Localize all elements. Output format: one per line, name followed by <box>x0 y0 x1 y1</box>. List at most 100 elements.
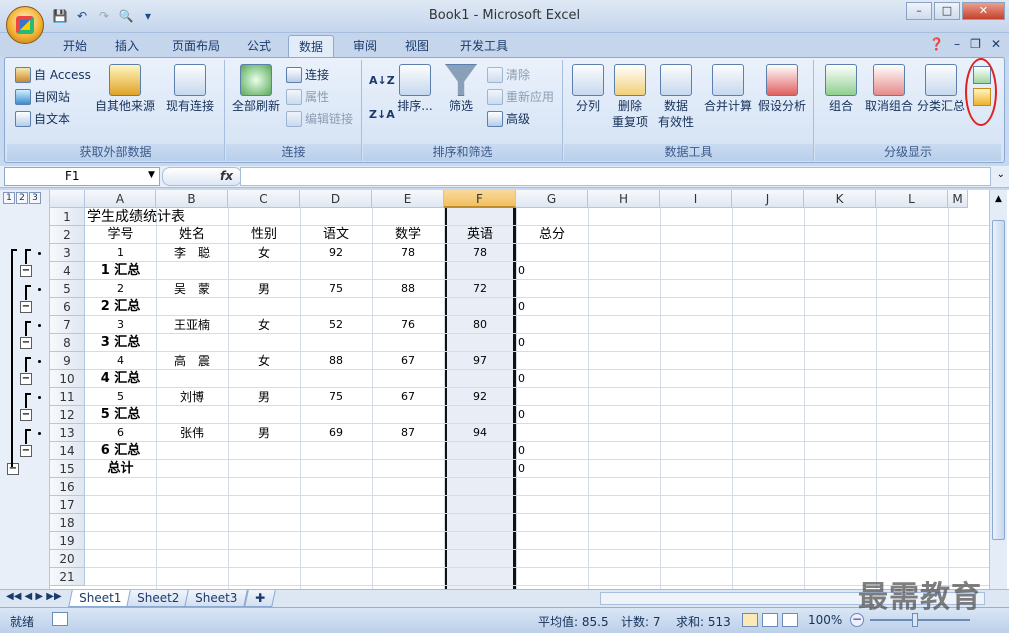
cell-B2[interactable]: 姓名 <box>156 226 228 244</box>
row-header-3[interactable]: 3 <box>50 244 85 262</box>
page-layout-view-icon[interactable] <box>762 613 778 627</box>
cell-B9[interactable]: 高 震 <box>156 352 228 370</box>
cell-C2[interactable]: 性别 <box>228 226 300 244</box>
edit-links-button[interactable]: 编辑链接 <box>286 110 353 127</box>
column-header-J[interactable]: J <box>732 190 804 208</box>
row-header-13[interactable]: 13 <box>50 424 85 442</box>
insert-sheet-button[interactable]: ✚ <box>244 590 276 607</box>
worksheet-grid[interactable]: − − − − − − − 1 2 3 A B C D E F G H I J K L M 1 学生成绩统计表 2 学号 姓名 性别语… <box>0 190 1009 590</box>
minimize-button[interactable]: – <box>906 2 932 20</box>
cell-A11[interactable]: 5 <box>85 388 156 406</box>
outline-level-1-button[interactable]: 1 <box>3 192 15 204</box>
zoom-level[interactable]: 100% <box>808 613 842 627</box>
collapse-group-button[interactable]: − <box>20 373 32 385</box>
page-break-view-icon[interactable] <box>782 613 798 627</box>
from-access-button[interactable]: 自 Access <box>15 66 91 83</box>
formula-input[interactable] <box>240 167 991 186</box>
from-text-button[interactable]: 自文本 <box>15 110 70 127</box>
column-header-A[interactable]: A <box>85 190 156 208</box>
cell-C5[interactable]: 男 <box>228 280 300 298</box>
column-header-H[interactable]: H <box>588 190 660 208</box>
cell-A1[interactable]: 学生成绩统计表 <box>85 208 185 226</box>
ungroup-button[interactable]: 取消组合 <box>863 64 915 114</box>
cell-A8[interactable]: 3 汇总 <box>85 334 156 352</box>
cell-E5[interactable]: 88 <box>372 280 444 298</box>
column-header-I[interactable]: I <box>660 190 732 208</box>
sort-asc-button[interactable]: A↓Z <box>369 74 395 87</box>
row-header-10[interactable]: 10 <box>50 370 85 388</box>
cell-G8[interactable]: 0 <box>516 334 588 352</box>
ribbon-close-icon[interactable]: ✕ <box>991 37 1001 51</box>
row-header-9[interactable]: 9 <box>50 352 85 370</box>
scroll-thumb[interactable] <box>992 220 1005 540</box>
cell-E9[interactable]: 67 <box>372 352 444 370</box>
subtotal-button[interactable]: 分类汇总 <box>917 64 965 114</box>
existing-connections-button[interactable]: 现有连接 <box>163 64 217 114</box>
cell-A7[interactable]: 3 <box>85 316 156 334</box>
cell-G14[interactable]: 0 <box>516 442 588 460</box>
tab-5[interactable]: 审阅 <box>342 35 388 57</box>
cell-G6[interactable]: 0 <box>516 298 588 316</box>
cell-F11[interactable]: 92 <box>444 388 516 406</box>
row-header-4[interactable]: 4 <box>50 262 85 280</box>
row-header-5[interactable]: 5 <box>50 280 85 298</box>
from-web-button[interactable]: 自网站 <box>15 88 70 105</box>
insert-function-icon[interactable]: fx <box>220 169 233 183</box>
cell-C7[interactable]: 女 <box>228 316 300 334</box>
tab-4[interactable]: 数据 <box>288 35 334 57</box>
cell-F3[interactable]: 78 <box>444 244 516 262</box>
scroll-up-icon[interactable]: ▲ <box>992 194 1005 208</box>
cell-F9[interactable]: 97 <box>444 352 516 370</box>
column-header-G[interactable]: G <box>516 190 588 208</box>
column-header-B[interactable]: B <box>156 190 228 208</box>
row-header-14[interactable]: 14 <box>50 442 85 460</box>
cell-G15[interactable]: 0 <box>516 460 588 478</box>
tab-6[interactable]: 视图 <box>396 35 438 57</box>
row-header-20[interactable]: 20 <box>50 550 85 568</box>
column-header-C[interactable]: C <box>228 190 300 208</box>
cell-G10[interactable]: 0 <box>516 370 588 388</box>
connections-button[interactable]: 连接 <box>286 66 329 83</box>
cell-D3[interactable]: 92 <box>300 244 372 262</box>
cell-G2[interactable]: 总分 <box>516 226 588 244</box>
cell-D9[interactable]: 88 <box>300 352 372 370</box>
what-if-button[interactable]: 假设分析 <box>756 64 808 114</box>
cell-F2[interactable]: 英语 <box>444 226 516 244</box>
normal-view-icon[interactable] <box>742 613 758 627</box>
sort-button[interactable]: 排序... <box>393 64 437 114</box>
cell-A9[interactable]: 4 <box>85 352 156 370</box>
row-header-17[interactable]: 17 <box>50 496 85 514</box>
row-header-15[interactable]: 15 <box>50 460 85 478</box>
outline-level-2-button[interactable]: 2 <box>16 192 28 204</box>
tab-7[interactable]: 开发工具 <box>448 35 520 57</box>
cell-C9[interactable]: 女 <box>228 352 300 370</box>
consolidate-button[interactable]: 合并计算 <box>702 64 754 114</box>
cell-B11[interactable]: 刘博 <box>156 388 228 406</box>
name-box[interactable]: F1 <box>4 167 160 186</box>
cell-C3[interactable]: 女 <box>228 244 300 262</box>
tab-2[interactable]: 页面布局 <box>160 35 232 57</box>
sheet-tab-2[interactable]: Sheet2 <box>126 590 191 607</box>
row-header-6[interactable]: 6 <box>50 298 85 316</box>
row-header-16[interactable]: 16 <box>50 478 85 496</box>
outline-level-3-button[interactable]: 3 <box>29 192 41 204</box>
cell-F7[interactable]: 80 <box>444 316 516 334</box>
name-box-dropdown-icon[interactable]: ▼ <box>148 170 155 180</box>
column-header-E[interactable]: E <box>372 190 444 208</box>
macro-record-icon[interactable] <box>52 612 68 626</box>
cell-A6[interactable]: 2 汇总 <box>85 298 156 316</box>
column-header-K[interactable]: K <box>804 190 876 208</box>
cell-A4[interactable]: 1 汇总 <box>85 262 156 280</box>
help-icon[interactable]: ❓ <box>929 37 944 51</box>
row-header-12[interactable]: 12 <box>50 406 85 424</box>
cell-F13[interactable]: 94 <box>444 424 516 442</box>
cell-G4[interactable]: 0 <box>516 262 588 280</box>
cell-A15[interactable]: 总计 <box>85 460 156 478</box>
text-to-columns-button[interactable]: 分列 <box>568 64 608 114</box>
data-validation-button[interactable]: 数据 有效性 <box>652 64 700 130</box>
cell-A14[interactable]: 6 汇总 <box>85 442 156 460</box>
row-header-19[interactable]: 19 <box>50 532 85 550</box>
collapse-group-button[interactable]: − <box>20 337 32 349</box>
sort-desc-button[interactable]: Z↓A <box>369 108 395 121</box>
sheet-tab-3[interactable]: Sheet3 <box>184 590 249 607</box>
